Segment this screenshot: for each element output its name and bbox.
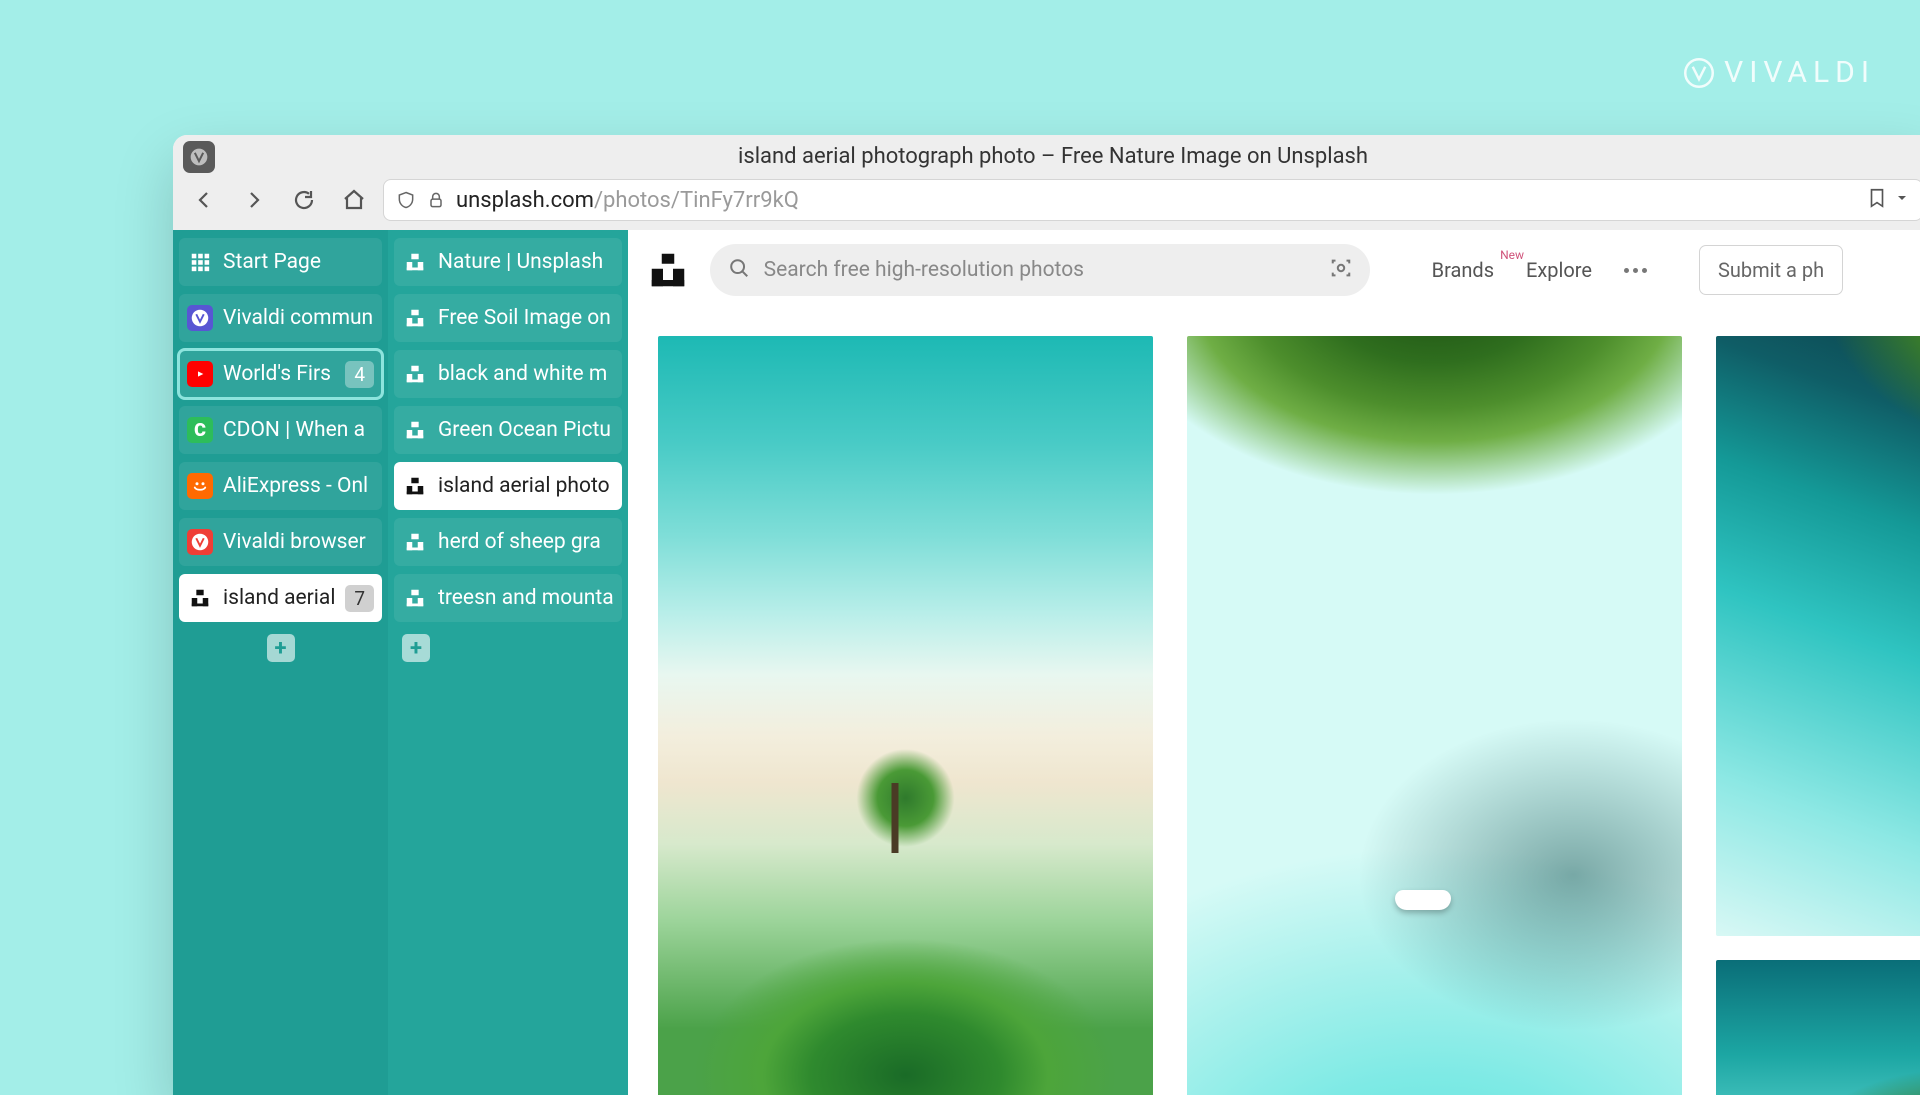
vivaldi-icon [187, 529, 213, 555]
unsplash-icon [402, 361, 428, 387]
tab-column-primary: Start Page Vivaldi commun World's Firs 4… [173, 230, 388, 1095]
new-badge: New [1500, 248, 1524, 262]
stack-count-badge: 7 [345, 585, 374, 612]
tab-label: CDON | When a [223, 418, 374, 442]
cdon-icon: C [187, 417, 213, 443]
unsplash-icon [402, 305, 428, 331]
titlebar: island aerial photograph photo – Free Na… [173, 135, 1920, 178]
tab-label: herd of sheep gra [438, 530, 614, 554]
url-path: /photos/TinFy7rr9kQ [594, 188, 799, 213]
stack-tab-active[interactable]: island aerial photo [394, 462, 622, 510]
tab-vivaldi-community[interactable]: Vivaldi commun [179, 294, 382, 342]
addressbar-dropdown-icon[interactable] [1894, 190, 1910, 210]
nav-brands[interactable]: Brands New [1432, 258, 1494, 282]
tab-youtube[interactable]: World's Firs 4 [179, 350, 382, 398]
submit-photo-button[interactable]: Submit a ph [1699, 245, 1843, 295]
tab-label: Start Page [223, 250, 374, 274]
tab-aliexpress[interactable]: AliExpress - Onl [179, 462, 382, 510]
stack-tab[interactable]: treesn and mounta [394, 574, 622, 622]
unsplash-icon [187, 585, 213, 611]
main-area: Start Page Vivaldi commun World's Firs 4… [173, 230, 1920, 1095]
unsplash-icon [402, 529, 428, 555]
new-tab-in-stack-button[interactable]: + [402, 634, 430, 662]
tab-cdon[interactable]: C CDON | When a [179, 406, 382, 454]
tab-vivaldi-browser[interactable]: Vivaldi browser [179, 518, 382, 566]
unsplash-icon [402, 473, 428, 499]
stack-tab[interactable]: Green Ocean Pictu [394, 406, 622, 454]
tracker-shield-icon[interactable] [396, 190, 416, 210]
tab-column-stack: Nature | Unsplash Free Soil Image on bla… [388, 230, 628, 1095]
page-title: island aerial photograph photo – Free Na… [173, 144, 1920, 169]
youtube-icon [187, 361, 213, 387]
browser-window: island aerial photograph photo – Free Na… [173, 135, 1920, 1095]
gallery-image[interactable] [1187, 336, 1682, 1095]
tab-start-page[interactable]: Start Page [179, 238, 382, 286]
grid-icon [187, 249, 213, 275]
stack-tab[interactable]: Free Soil Image on [394, 294, 622, 342]
watermark-text: VIVALDI [1724, 55, 1875, 90]
image-gallery [628, 310, 1920, 1095]
nav-explore[interactable]: Explore [1526, 258, 1592, 282]
tab-label: black and white m [438, 362, 614, 386]
stack-count-badge: 4 [345, 361, 374, 388]
unsplash-icon [402, 249, 428, 275]
tab-label: Green Ocean Pictu [438, 418, 614, 442]
gallery-image[interactable] [658, 336, 1153, 1095]
lock-icon[interactable] [426, 190, 446, 210]
new-tab-button[interactable]: + [267, 634, 295, 662]
search-input[interactable] [764, 258, 1316, 282]
tab-label: World's Firs [223, 362, 335, 386]
stack-tab[interactable]: black and white m [394, 350, 622, 398]
gallery-image[interactable] [1716, 960, 1920, 1095]
search-bar[interactable] [710, 244, 1370, 296]
site-nav: Brands New Explore [1432, 258, 1647, 282]
visual-search-icon[interactable] [1330, 257, 1352, 283]
url-text: unsplash.com/photos/TinFy7rr9kQ [456, 188, 799, 213]
more-menu-icon[interactable] [1624, 268, 1647, 273]
toolbar: unsplash.com/photos/TinFy7rr9kQ [173, 178, 1920, 230]
stack-tab[interactable]: Nature | Unsplash [394, 238, 622, 286]
tab-label: Nature | Unsplash [438, 250, 614, 274]
tab-label: Vivaldi commun [223, 306, 374, 330]
tab-label: Free Soil Image on [438, 306, 614, 330]
stack-tab[interactable]: herd of sheep gra [394, 518, 622, 566]
unsplash-icon [402, 417, 428, 443]
url-host: unsplash.com [456, 188, 594, 213]
home-button[interactable] [333, 179, 375, 221]
webpage: Brands New Explore Submit a ph [628, 230, 1920, 1095]
forward-button[interactable] [233, 179, 275, 221]
tab-label: AliExpress - Onl [223, 474, 374, 498]
unsplash-icon [402, 585, 428, 611]
site-header: Brands New Explore Submit a ph [628, 230, 1920, 310]
back-button[interactable] [183, 179, 225, 221]
tab-label: island aerial photo [438, 474, 614, 498]
bookmark-icon[interactable] [1866, 187, 1888, 213]
tab-label: Vivaldi browser [223, 530, 374, 554]
search-icon [728, 257, 750, 283]
vivaldi-watermark: VIVALDI [1684, 55, 1875, 90]
tab-label: island aerial [223, 586, 335, 610]
vivaldi-icon [187, 305, 213, 331]
address-bar[interactable]: unsplash.com/photos/TinFy7rr9kQ [383, 179, 1920, 221]
site-logo-icon[interactable] [648, 250, 688, 290]
aliexpress-icon [187, 473, 213, 499]
tab-label: treesn and mounta [438, 586, 614, 610]
gallery-image[interactable] [1716, 336, 1920, 936]
vivaldi-app-icon[interactable] [183, 141, 215, 173]
reload-button[interactable] [283, 179, 325, 221]
tab-stack-island-aerial[interactable]: island aerial 7 [179, 574, 382, 622]
